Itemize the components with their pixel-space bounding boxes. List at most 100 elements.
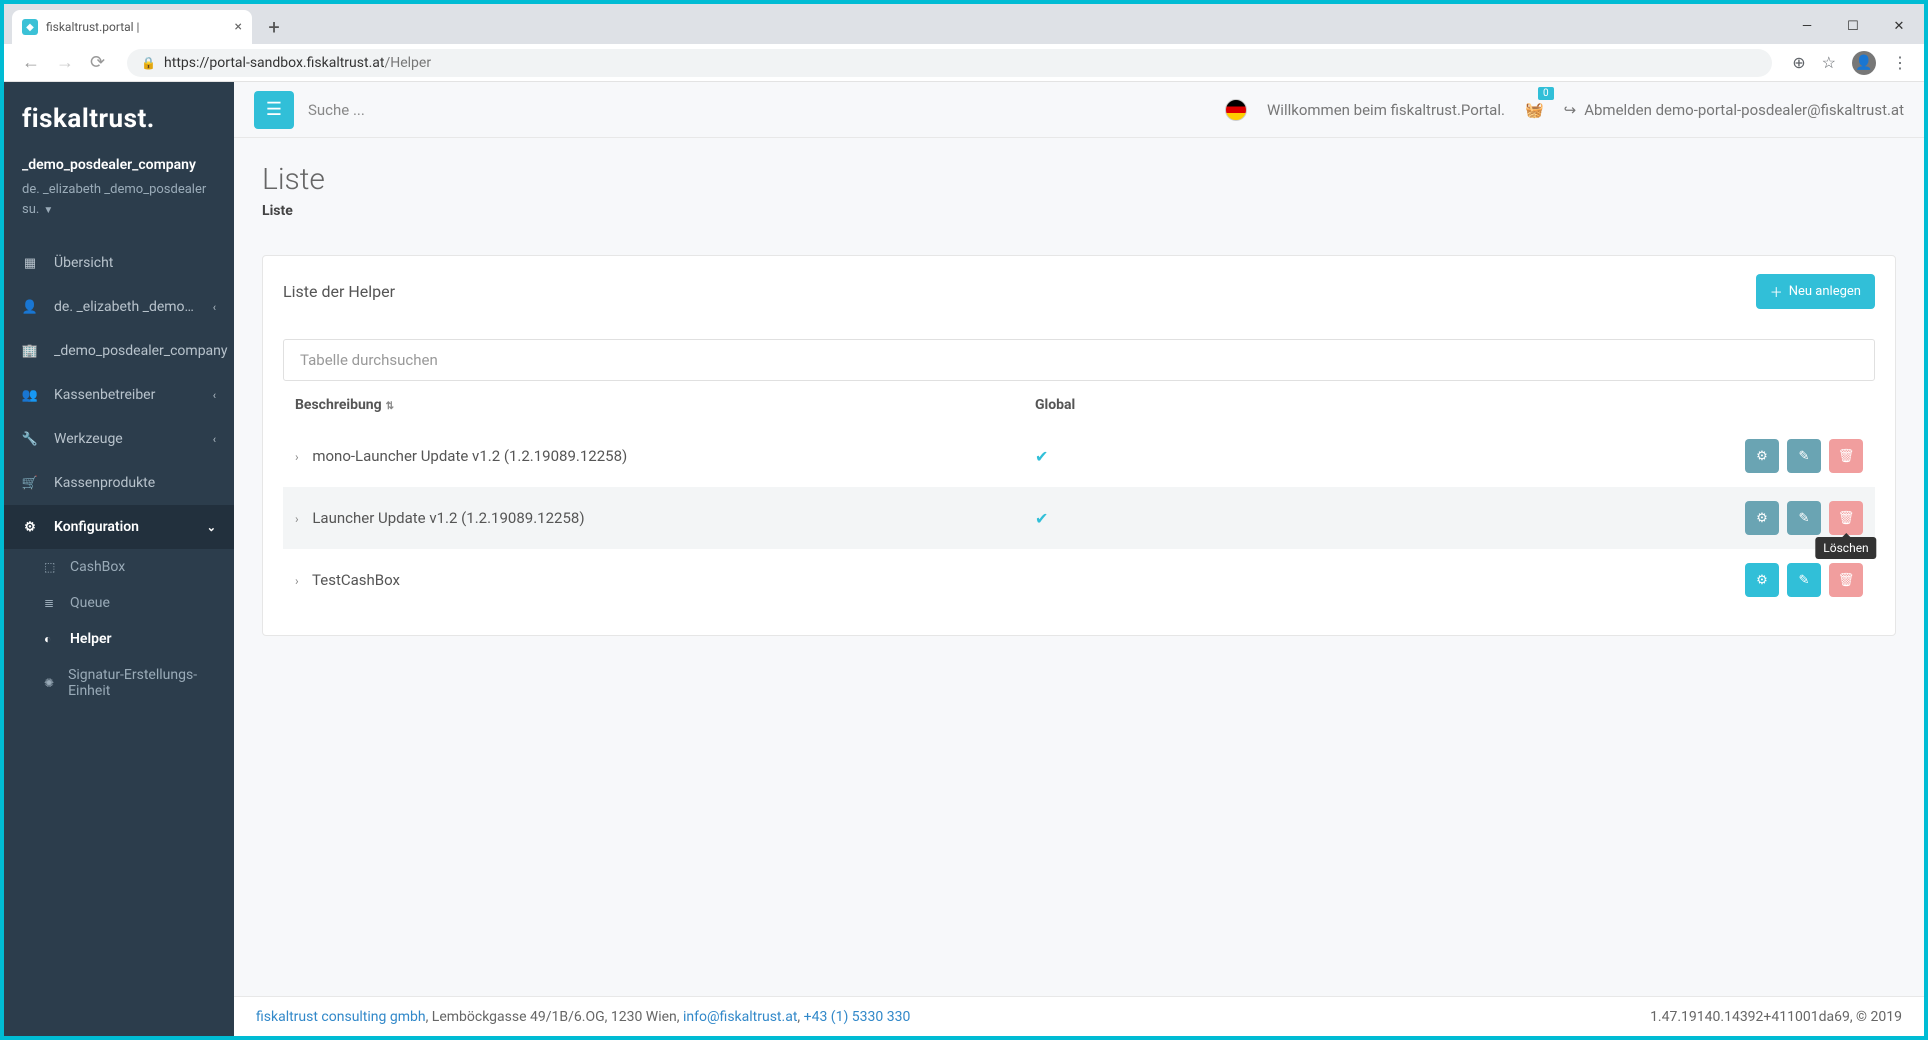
menu-icon[interactable]: ⋮ bbox=[1892, 53, 1908, 72]
col-description[interactable]: Beschreibung⇅ bbox=[295, 397, 1035, 413]
table-header: Beschreibung⇅ Global bbox=[283, 381, 1875, 425]
basket-icon: 🧺 bbox=[1525, 101, 1544, 119]
new-helper-button[interactable]: ＋ Neu anlegen bbox=[1756, 274, 1875, 309]
row-desc: Launcher Update v1.2 (1.2.19089.12258) bbox=[312, 509, 584, 527]
topbar: ☰ Suche ... Willkommen beim fiskaltrust.… bbox=[234, 82, 1924, 138]
edit-button[interactable]: ✎ bbox=[1787, 501, 1821, 535]
check-icon: ✔ bbox=[1035, 447, 1048, 466]
sidebar: fiskaltrust. _demo_posdealer_company de.… bbox=[4, 82, 234, 1036]
sidebar-item-operators[interactable]: 👥 Kassenbetreiber ‹ bbox=[4, 373, 234, 417]
table-row: › TestCashBox ⚙ ✎ 🗑 bbox=[283, 549, 1875, 611]
flag-de-icon[interactable] bbox=[1225, 99, 1247, 121]
row-expander[interactable]: › bbox=[295, 574, 299, 588]
helper-list-card: Liste der Helper ＋ Neu anlegen Beschreib… bbox=[262, 255, 1896, 636]
sidebar-toggle-button[interactable]: ☰ bbox=[254, 91, 294, 129]
pencil-icon: ✎ bbox=[1799, 573, 1810, 588]
browser-tab[interactable]: ◆ fiskaltrust.portal | × bbox=[12, 10, 252, 44]
sub-signature[interactable]: ✺ Signatur-Erstellungs-Einheit bbox=[4, 657, 234, 709]
zoom-icon[interactable]: ⊕ bbox=[1792, 53, 1805, 72]
sidebar-item-configuration[interactable]: ⚙ Konfiguration ⌄ bbox=[4, 505, 234, 549]
sort-icon: ⇅ bbox=[386, 401, 394, 412]
row-expander[interactable]: › bbox=[295, 450, 299, 464]
gear-icon: ⚙ bbox=[1756, 449, 1768, 464]
delete-button[interactable]: 🗑 Löschen bbox=[1829, 501, 1863, 535]
breadcrumb: Liste bbox=[262, 203, 1896, 219]
pencil-icon: ✎ bbox=[1799, 511, 1810, 526]
gear-icon: ⚙ bbox=[1756, 511, 1768, 526]
table-row: › Launcher Update v1.2 (1.2.19089.12258)… bbox=[283, 487, 1875, 549]
trash-icon: 🗑 bbox=[1838, 511, 1855, 526]
back-button[interactable]: ← bbox=[22, 52, 40, 73]
table-search-input[interactable] bbox=[283, 339, 1875, 381]
configure-button[interactable]: ⚙ bbox=[1745, 563, 1779, 597]
grid-icon: ▦ bbox=[22, 256, 38, 271]
edit-button[interactable]: ✎ bbox=[1787, 439, 1821, 473]
footer-email-link[interactable]: info@fiskaltrust.at bbox=[683, 1009, 797, 1025]
profile-icon[interactable]: 👤 bbox=[1852, 51, 1876, 75]
adjust-icon: ◐ bbox=[44, 632, 58, 646]
signout-icon: ↪ bbox=[1564, 101, 1577, 119]
footer-company-link[interactable]: fiskaltrust consulting gmbh bbox=[256, 1009, 426, 1025]
check-icon: ✔ bbox=[1035, 509, 1048, 528]
user-icon: 👤 bbox=[22, 300, 38, 315]
footer-phone-link[interactable]: +43 (1) 5330 330 bbox=[804, 1009, 911, 1025]
sidebar-item-overview[interactable]: ▦ Übersicht bbox=[4, 241, 234, 285]
sidebar-item-products[interactable]: 🛒 Kassenprodukte bbox=[4, 461, 234, 505]
delete-button[interactable]: 🗑 bbox=[1829, 439, 1863, 473]
configure-button[interactable]: ⚙ bbox=[1745, 439, 1779, 473]
maximize-button[interactable]: ☐ bbox=[1830, 10, 1876, 42]
footer: fiskaltrust consulting gmbh, Lemböckgass… bbox=[234, 996, 1924, 1036]
stack-icon: ≣ bbox=[44, 596, 58, 610]
chevron-left-icon: ‹ bbox=[213, 433, 216, 446]
trash-icon: 🗑 bbox=[1838, 573, 1855, 588]
window-controls: — ☐ ✕ bbox=[1784, 10, 1924, 44]
close-tab-icon[interactable]: × bbox=[235, 19, 242, 35]
favicon: ◆ bbox=[22, 19, 38, 35]
welcome-text: Willkommen beim fiskaltrust.Portal. bbox=[1267, 101, 1505, 119]
building-icon: 🏢 bbox=[22, 344, 38, 359]
trash-icon: 🗑 bbox=[1838, 449, 1855, 464]
configure-button[interactable]: ⚙ bbox=[1745, 501, 1779, 535]
users-icon: 👥 bbox=[22, 388, 38, 403]
cogs-icon: ⚙ bbox=[22, 520, 38, 535]
pencil-icon: ✎ bbox=[1799, 449, 1810, 464]
sidebar-item-user[interactable]: 👤 de. _elizabeth _demo_posdealer su. ‹ bbox=[4, 285, 234, 329]
plus-icon: ＋ bbox=[1770, 282, 1783, 301]
url-text: https://portal-sandbox.fiskaltrust.at/He… bbox=[164, 55, 431, 71]
cart-icon: 🛒 bbox=[22, 476, 38, 491]
gear-icon: ⚙ bbox=[1756, 573, 1768, 588]
logout-link[interactable]: ↪ Abmelden demo-portal-posdealer@fiskalt… bbox=[1564, 101, 1904, 119]
page-title: Liste bbox=[262, 162, 1896, 197]
caret-down-icon: ▼ bbox=[43, 205, 53, 216]
sub-cashbox[interactable]: ⬚ CashBox bbox=[4, 549, 234, 585]
footer-version: 1.47.19140.14392+411001da69, © 2019 bbox=[1650, 1009, 1902, 1025]
tooltip-delete: Löschen bbox=[1815, 537, 1876, 559]
tab-title: fiskaltrust.portal | bbox=[46, 20, 139, 34]
delete-button[interactable]: 🗑 bbox=[1829, 563, 1863, 597]
sidebar-item-company[interactable]: 🏢 _demo_posdealer_company ‹ bbox=[4, 329, 234, 373]
forward-button[interactable]: → bbox=[56, 52, 74, 73]
browser-toolbar: ← → ⟳ 🔒 https://portal-sandbox.fiskaltru… bbox=[4, 44, 1924, 82]
sub-queue[interactable]: ≣ Queue bbox=[4, 585, 234, 621]
card-title: Liste der Helper bbox=[283, 282, 395, 301]
brand-logo: fiskaltrust. bbox=[4, 82, 234, 150]
sub-helper[interactable]: ◐ Helper bbox=[4, 621, 234, 657]
org-name: _demo_posdealer_company bbox=[4, 150, 234, 178]
user-switcher[interactable]: de. _elizabeth _demo_posdealer su.▼ bbox=[4, 178, 234, 241]
address-bar[interactable]: 🔒 https://portal-sandbox.fiskaltrust.at/… bbox=[127, 49, 1772, 77]
new-tab-button[interactable]: + bbox=[260, 13, 288, 41]
edit-button[interactable]: ✎ bbox=[1787, 563, 1821, 597]
chevron-left-icon: ‹ bbox=[213, 389, 216, 402]
star-icon[interactable]: ☆ bbox=[1822, 53, 1836, 72]
minimize-button[interactable]: — bbox=[1784, 10, 1830, 42]
cart-button[interactable]: 🧺 0 bbox=[1525, 101, 1544, 119]
reload-button[interactable]: ⟳ bbox=[90, 52, 105, 73]
cart-badge: 0 bbox=[1538, 87, 1554, 100]
global-search[interactable]: Suche ... bbox=[308, 101, 365, 119]
row-expander[interactable]: › bbox=[295, 512, 299, 526]
browser-tab-strip: ◆ fiskaltrust.portal | × + — ☐ ✕ bbox=[4, 4, 1924, 44]
close-window-button[interactable]: ✕ bbox=[1876, 10, 1922, 42]
chevron-left-icon: ‹ bbox=[213, 301, 216, 314]
sidebar-item-tools[interactable]: 🔧 Werkzeuge ‹ bbox=[4, 417, 234, 461]
wrench-icon: 🔧 bbox=[22, 432, 38, 447]
